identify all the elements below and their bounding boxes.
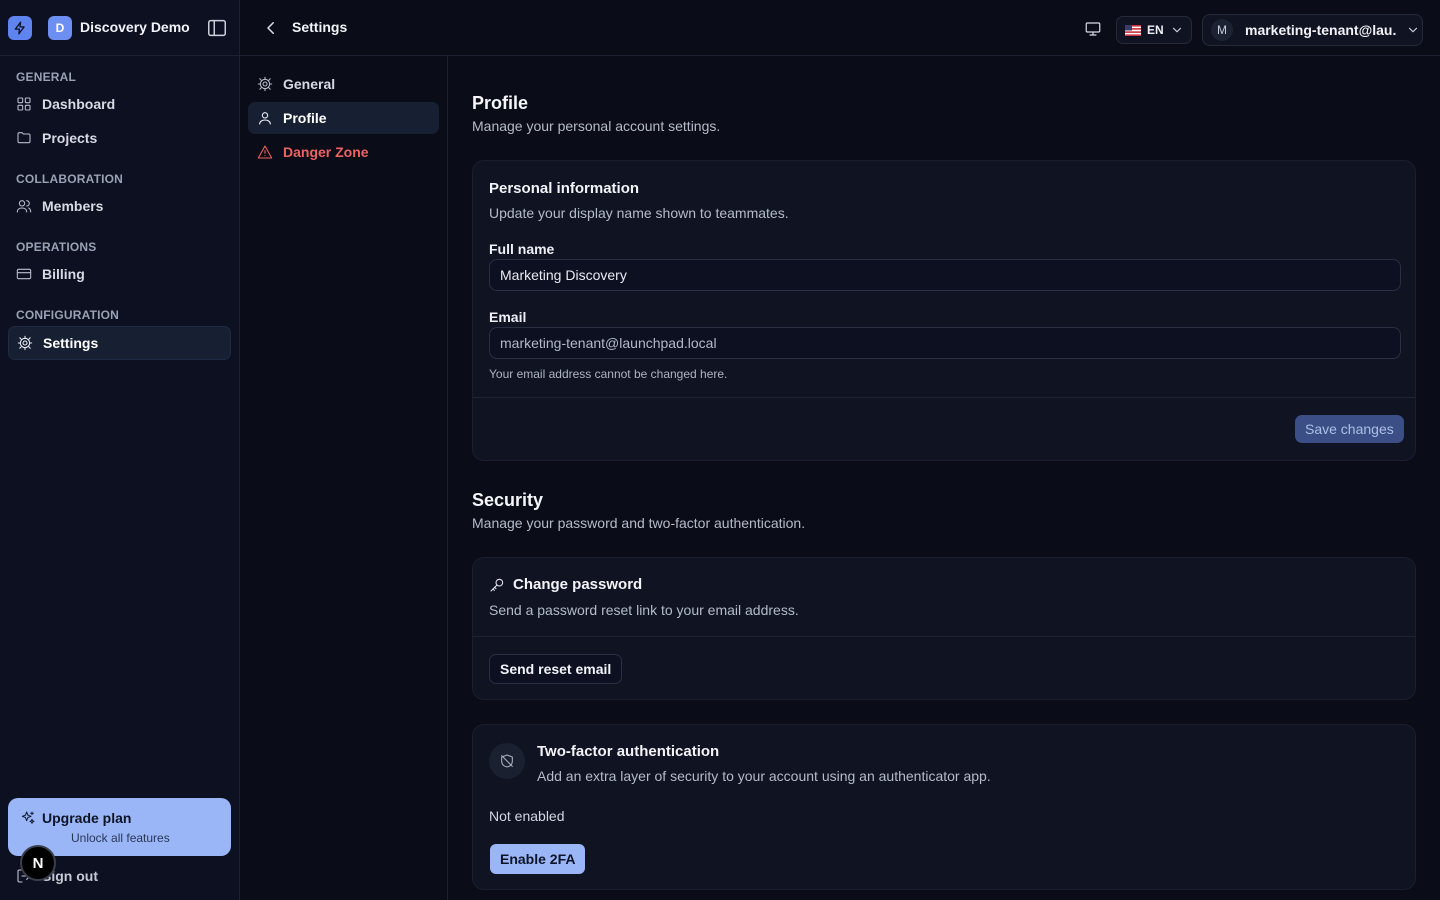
- email-field: [489, 327, 1401, 359]
- full-name-input[interactable]: [489, 259, 1401, 291]
- grid-icon: [16, 96, 32, 112]
- change-password-card: Change password Send a password reset li…: [472, 557, 1416, 700]
- twofa-status: Not enabled: [489, 808, 565, 824]
- card-subtitle: Send a password reset link to your email…: [489, 602, 799, 618]
- sidebar-toggle-icon[interactable]: [206, 17, 228, 39]
- warning-icon: [257, 144, 273, 160]
- subnav-item-general[interactable]: General: [248, 68, 439, 100]
- nav-group-collaboration: COLLABORATION: [16, 172, 124, 186]
- card-title: Personal information: [489, 180, 640, 197]
- subnav-item-label: General: [283, 76, 336, 92]
- security-title: Security: [472, 490, 544, 510]
- email-label: Email: [489, 309, 527, 325]
- sidebar-item-label: Members: [42, 198, 104, 214]
- sidebar-item-settings[interactable]: Settings: [8, 326, 231, 360]
- workspace-name[interactable]: Discovery Demo: [80, 19, 190, 35]
- floating-badge[interactable]: N: [20, 845, 56, 881]
- main-content: Profile Manage your personal account set…: [448, 56, 1440, 900]
- sidebar-item-projects[interactable]: Projects: [8, 122, 231, 154]
- monitor-icon[interactable]: [1084, 20, 1102, 38]
- app-logo-icon[interactable]: [8, 16, 32, 40]
- personal-information-card: Personal information Update your display…: [472, 160, 1416, 461]
- sidebar: D Discovery Demo GENERAL Dashboard Proje…: [0, 0, 240, 900]
- language-selector[interactable]: EN: [1116, 16, 1192, 44]
- chevron-down-icon: [1406, 23, 1420, 37]
- sparkles-icon: [20, 810, 36, 826]
- user-email: marketing-tenant@lau...: [1245, 22, 1397, 38]
- chevron-down-icon: [1170, 23, 1184, 37]
- card-subtitle: Add an extra layer of security to your a…: [537, 768, 991, 784]
- gear-icon: [257, 76, 273, 92]
- users-icon: [16, 198, 32, 214]
- card-subtitle: Update your display name shown to teamma…: [489, 205, 789, 221]
- upgrade-title: Upgrade plan: [42, 810, 132, 826]
- enable-2fa-button[interactable]: Enable 2FA: [490, 844, 586, 874]
- sidebar-item-label: Billing: [42, 266, 85, 282]
- gear-icon: [17, 335, 33, 351]
- divider: [473, 397, 1415, 398]
- subnav-item-label: Danger Zone: [283, 144, 369, 160]
- back-chevron-icon[interactable]: [262, 19, 280, 37]
- sidebar-item-label: Settings: [43, 335, 99, 351]
- settings-subnav: General Profile Danger Zone: [240, 56, 448, 900]
- sidebar-item-label: Projects: [42, 130, 98, 146]
- send-reset-email-button[interactable]: Send reset email: [489, 654, 623, 684]
- avatar: M: [1211, 19, 1233, 41]
- email-hint: Your email address cannot be changed her…: [489, 367, 728, 381]
- nav-group-configuration: CONFIGURATION: [16, 308, 120, 322]
- nav-group-operations: OPERATIONS: [16, 240, 97, 254]
- card-title: Two-factor authentication: [537, 743, 720, 760]
- upgrade-subtitle: Unlock all features: [71, 831, 170, 845]
- subnav-item-danger-zone[interactable]: Danger Zone: [248, 136, 439, 168]
- credit-card-icon: [16, 266, 32, 282]
- sidebar-item-members[interactable]: Members: [8, 190, 231, 222]
- subnav-item-label: Profile: [283, 110, 327, 126]
- user-icon: [257, 110, 273, 126]
- page-subtitle: Manage your personal account settings.: [472, 118, 721, 134]
- breadcrumb: Settings: [292, 19, 348, 35]
- full-name-label: Full name: [489, 241, 555, 257]
- key-icon: [489, 577, 505, 593]
- language-label: EN: [1147, 23, 1164, 37]
- sidebar-header: D Discovery Demo: [0, 0, 240, 56]
- subnav-item-profile[interactable]: Profile: [248, 102, 439, 134]
- topbar: Settings EN M marketing-tenant@lau...: [240, 0, 1440, 56]
- security-subtitle: Manage your password and two-factor auth…: [472, 515, 806, 531]
- user-menu-button[interactable]: M marketing-tenant@lau...: [1202, 14, 1423, 46]
- page-title: Profile: [472, 93, 529, 113]
- workspace-avatar[interactable]: D: [48, 16, 72, 40]
- shield-off-icon: [489, 743, 525, 779]
- folder-icon: [16, 130, 32, 146]
- sidebar-item-label: Dashboard: [42, 96, 116, 112]
- save-changes-button[interactable]: Save changes: [1295, 415, 1404, 443]
- card-title: Change password: [513, 576, 643, 593]
- sidebar-item-billing[interactable]: Billing: [8, 258, 231, 290]
- sidebar-item-dashboard[interactable]: Dashboard: [8, 88, 231, 120]
- divider: [473, 636, 1415, 637]
- us-flag-icon: [1125, 24, 1141, 36]
- nav-group-general: GENERAL: [16, 70, 77, 84]
- two-factor-card: Two-factor authentication Add an extra l…: [472, 724, 1416, 890]
